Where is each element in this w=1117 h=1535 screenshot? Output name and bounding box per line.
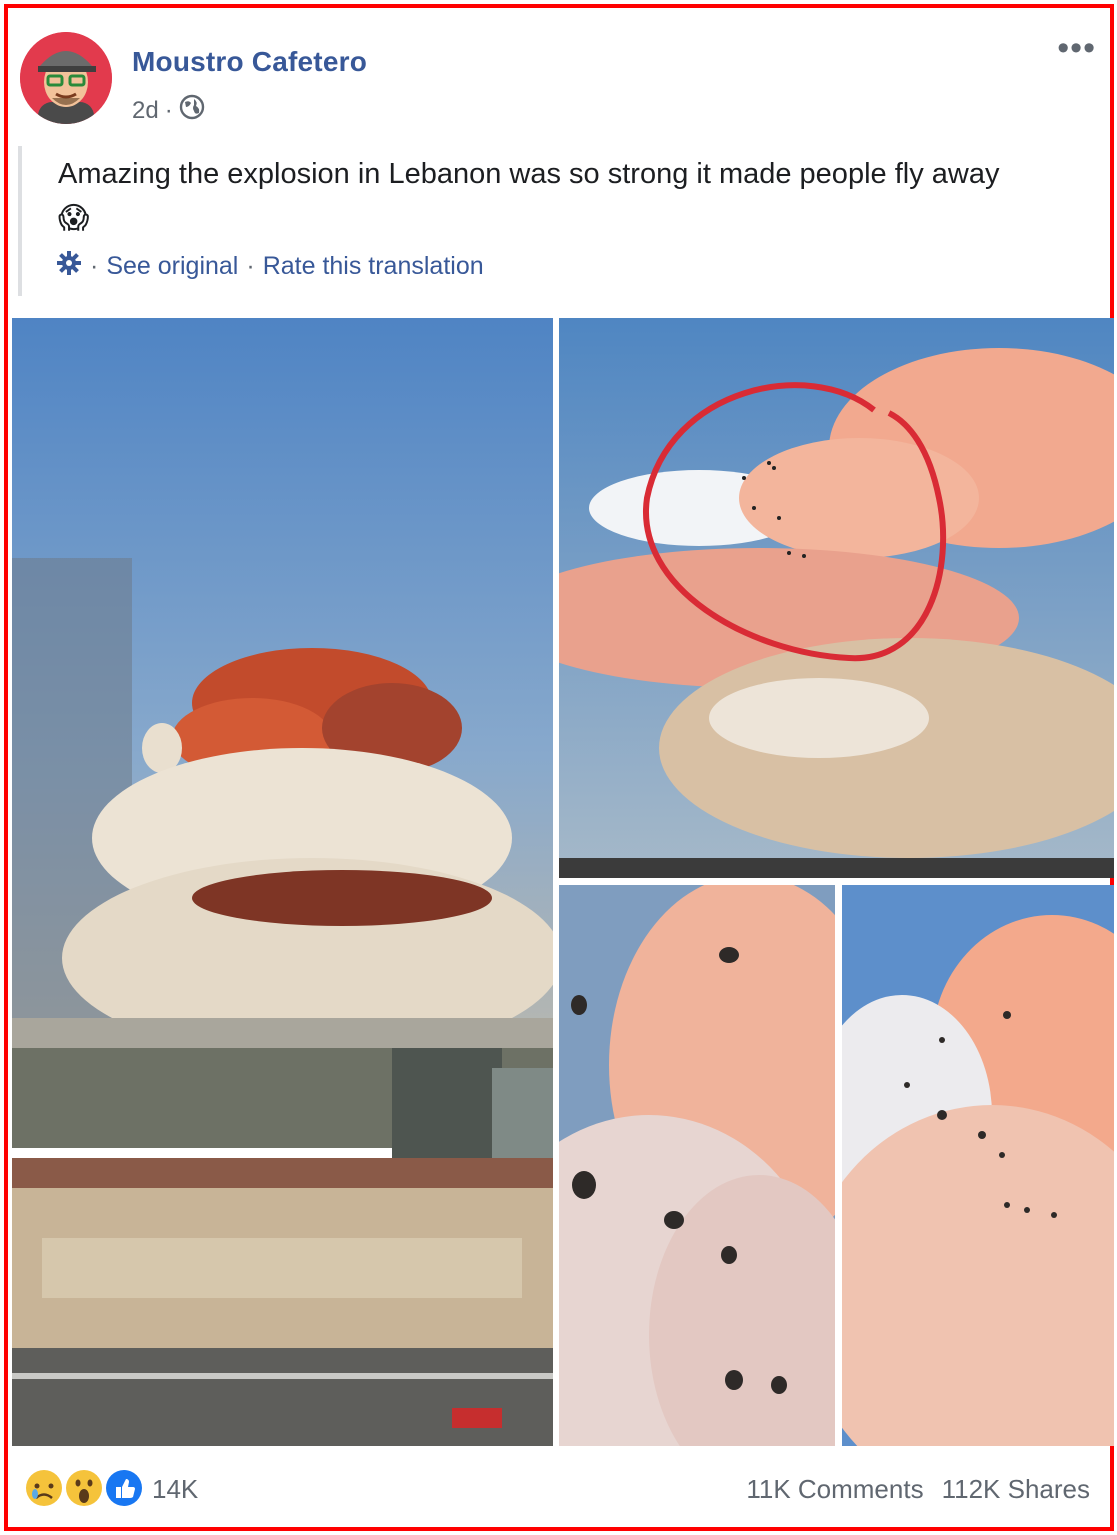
more-options-icon[interactable]: •••	[1057, 31, 1096, 65]
post-time[interactable]: 2d	[132, 97, 159, 125]
scream-emoji: 😱	[58, 202, 90, 236]
translation-bar: · See original · Rate this translation	[56, 250, 484, 283]
photo-grid	[12, 318, 1114, 1446]
see-original-link[interactable]: See original	[106, 252, 238, 281]
post-body: Amazing the explosion in Lebanon was so …	[18, 146, 1102, 296]
gear-icon[interactable]	[56, 250, 82, 283]
photo-closeup-left[interactable]	[559, 885, 835, 1446]
shares-count[interactable]: 112K Shares	[942, 1474, 1090, 1505]
post-meta: 2d ·	[132, 94, 205, 127]
author-name[interactable]: Moustro Cafetero	[132, 46, 367, 78]
rate-translation-link[interactable]: Rate this translation	[263, 252, 484, 281]
post-footer: 14K 11K Comments 112K Shares	[18, 1456, 1098, 1526]
reaction-count[interactable]: 14K	[152, 1474, 198, 1505]
meta-separator: ·	[164, 96, 173, 124]
wow-reaction-icon	[62, 1466, 106, 1510]
comments-count[interactable]: 11K Comments	[746, 1474, 923, 1505]
avatar[interactable]	[20, 32, 112, 124]
photo-explosion[interactable]	[12, 318, 553, 1446]
post-message: Amazing the explosion in Lebanon was so …	[58, 158, 1000, 190]
post-stats: 11K Comments 112K Shares	[746, 1474, 1090, 1505]
post-header: Moustro Cafetero 2d · •••	[20, 31, 1100, 132]
globe-icon	[179, 94, 205, 127]
reaction-icons[interactable]	[22, 1466, 146, 1510]
dot-separator: ·	[246, 252, 255, 280]
photo-circled-cloud[interactable]	[559, 318, 1114, 878]
post-text: Amazing the explosion in Lebanon was so …	[58, 152, 1098, 241]
sad-reaction-icon	[22, 1466, 66, 1510]
like-reaction-icon	[102, 1466, 146, 1510]
dot-separator: ·	[90, 252, 99, 280]
photo-closeup-right[interactable]	[842, 885, 1114, 1446]
post-card: Moustro Cafetero 2d · ••• Amazing the ex…	[4, 4, 1114, 1531]
